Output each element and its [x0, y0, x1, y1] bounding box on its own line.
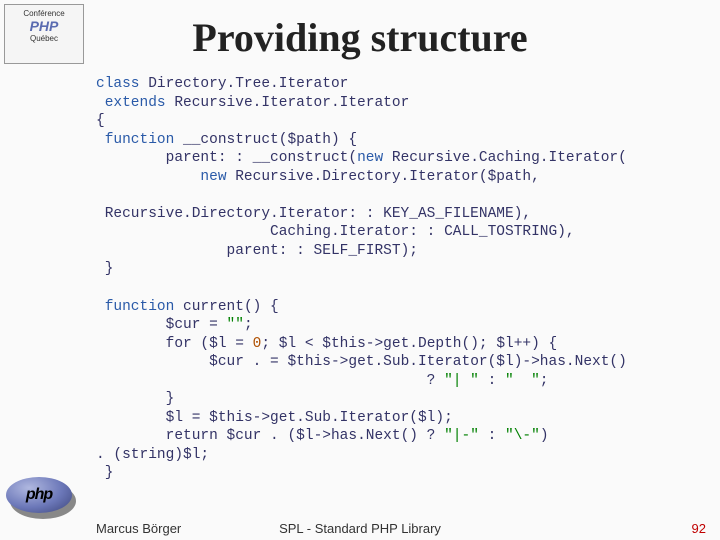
code-block: class Directory.Tree.Iterator extends Re… — [0, 75, 720, 483]
slide-title: Providing structure — [0, 0, 720, 75]
php-oval-icon: php — [6, 477, 72, 513]
conference-logo-top: Conférence PHP Québec — [4, 4, 84, 64]
footer-author: Marcus Börger — [96, 521, 181, 536]
php-logo-bottom: php — [6, 477, 76, 522]
logo-top-sub: Québec — [5, 34, 83, 43]
logo-top-php: PHP — [5, 18, 83, 34]
logo-top-text: Conférence — [5, 9, 83, 18]
footer-center: SPL - Standard PHP Library — [279, 521, 441, 536]
footer-page-number: 92 — [692, 521, 706, 536]
